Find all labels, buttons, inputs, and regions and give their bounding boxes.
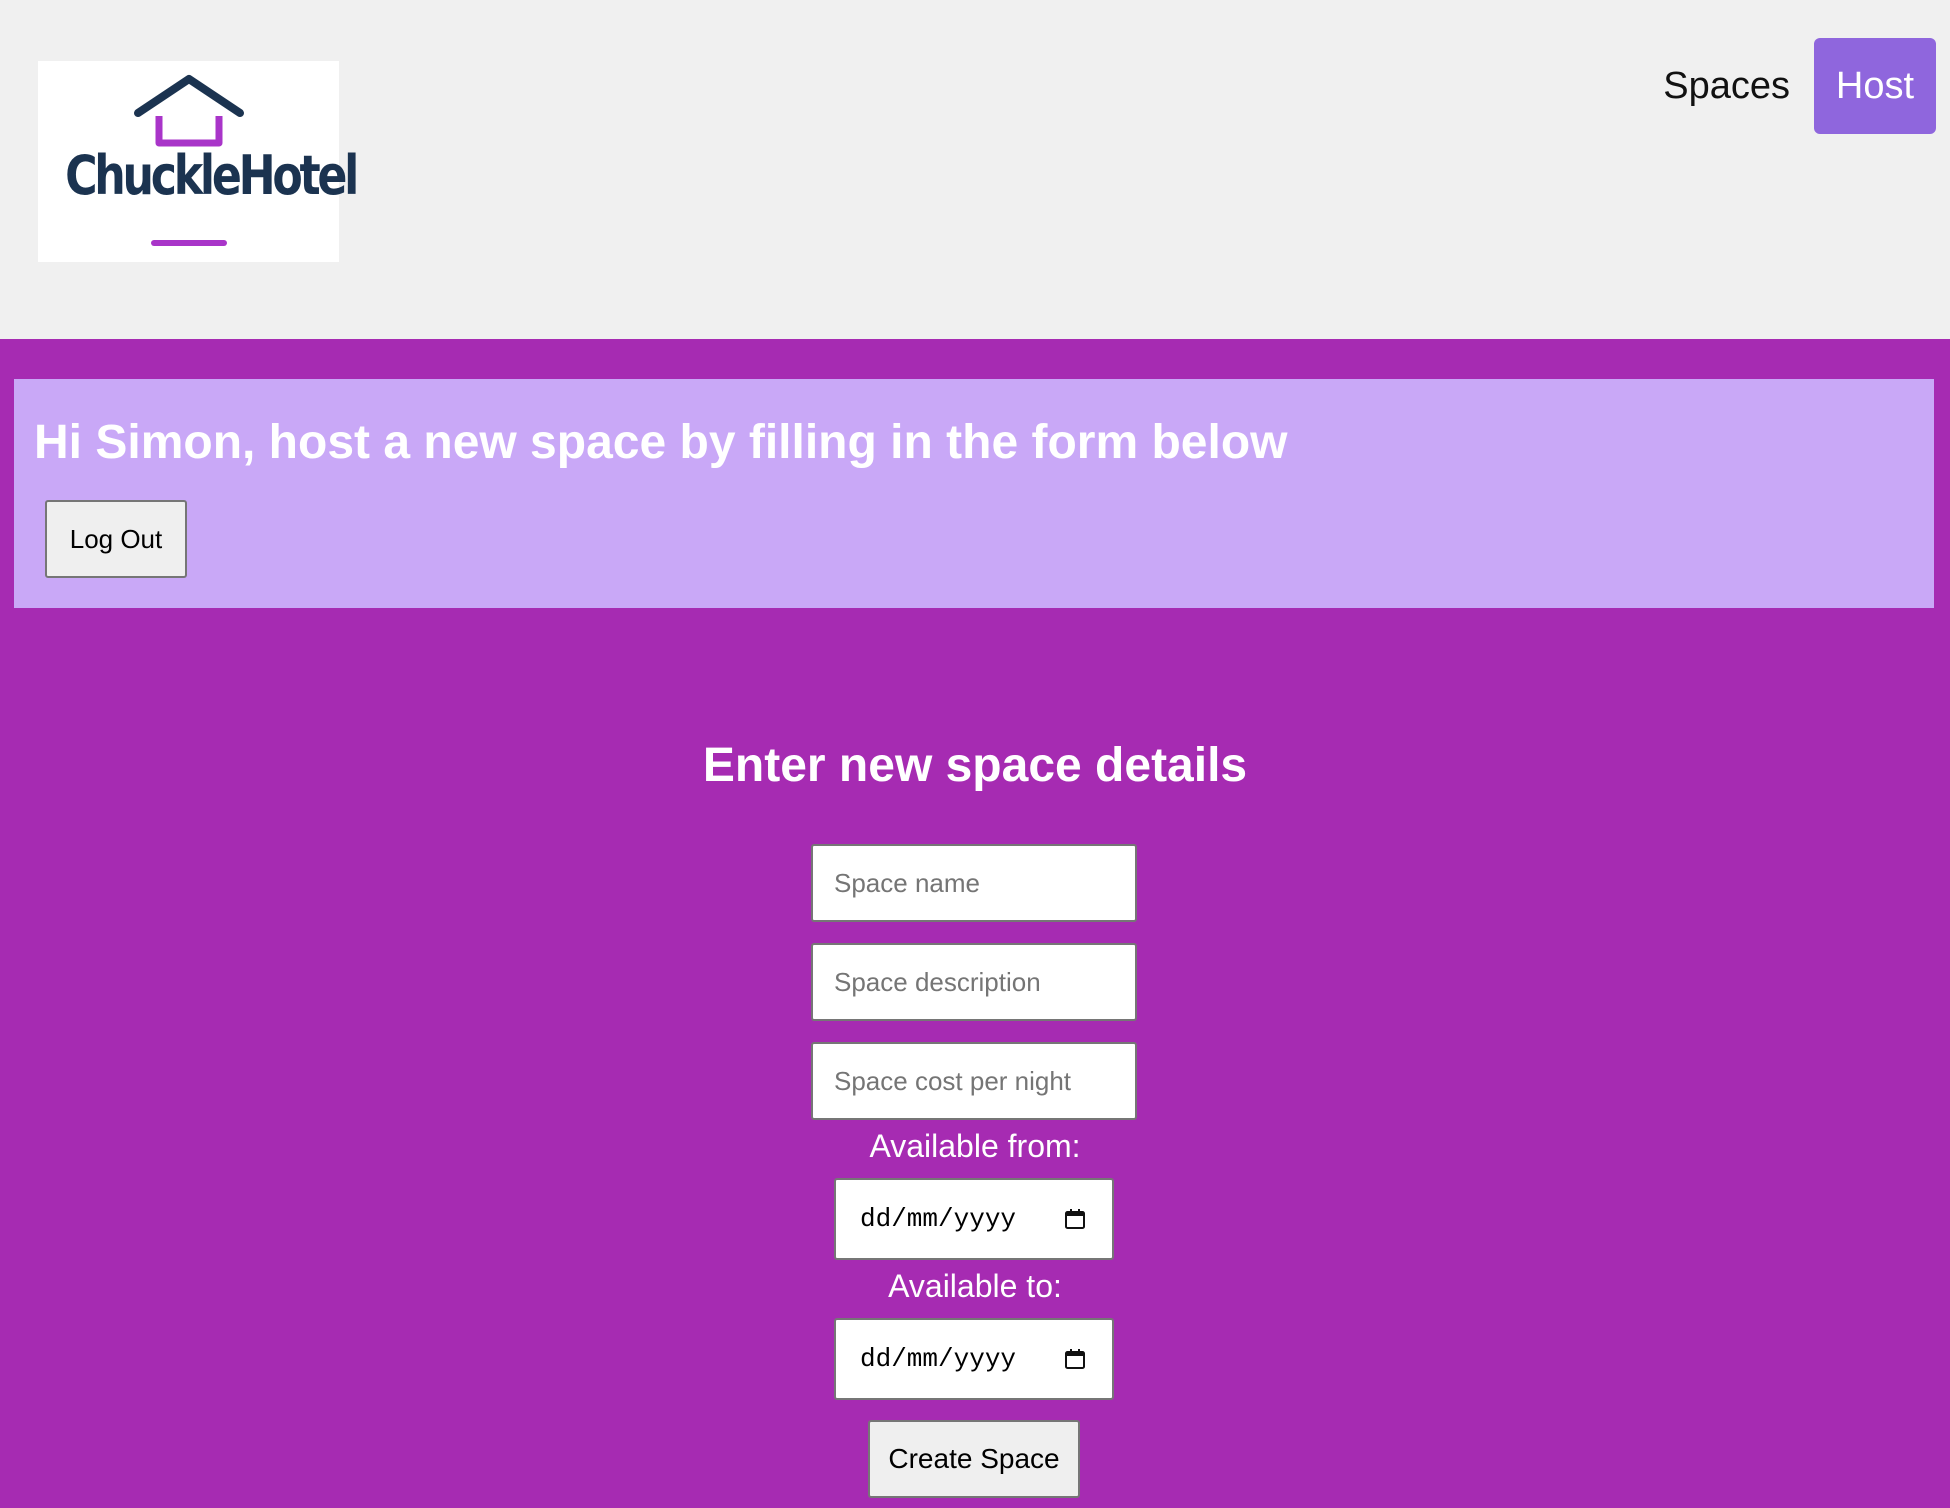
space-name-input[interactable] <box>811 844 1137 922</box>
available-to-date-value: dd/mm/yyyy <box>860 1344 1017 1374</box>
available-from-date-value: dd/mm/yyyy <box>860 1204 1017 1234</box>
main-nav: Spaces Host <box>1639 38 1936 134</box>
nav-spaces-link[interactable]: Spaces <box>1639 38 1814 134</box>
create-space-button[interactable]: Create Space <box>868 1420 1080 1498</box>
available-from-date-input[interactable]: dd/mm/yyyy <box>834 1178 1114 1260</box>
nav-host-button[interactable]: Host <box>1814 38 1936 134</box>
available-to-date-input[interactable]: dd/mm/yyyy <box>834 1318 1114 1400</box>
chucklehotel-logo[interactable]: ChuckleHotel <box>38 61 359 262</box>
welcome-heading: Hi Simon, host a new space by filling in… <box>34 416 1288 469</box>
available-from-label: Available from: <box>869 1128 1081 1164</box>
calendar-icon[interactable] <box>1064 1208 1086 1230</box>
space-cost-input[interactable] <box>811 1042 1137 1120</box>
welcome-panel: Hi Simon, host a new space by filling in… <box>14 379 1934 608</box>
form-heading: Enter new space details <box>702 739 1248 792</box>
calendar-icon[interactable] <box>1064 1348 1086 1370</box>
logout-button[interactable]: Log Out <box>45 500 187 578</box>
site-header: ChuckleHotel Spaces Host <box>0 0 1950 339</box>
logo-wordmark: ChuckleHotel <box>65 144 359 207</box>
available-to-label: Available to: <box>888 1268 1062 1304</box>
space-description-input[interactable] <box>811 943 1137 1021</box>
